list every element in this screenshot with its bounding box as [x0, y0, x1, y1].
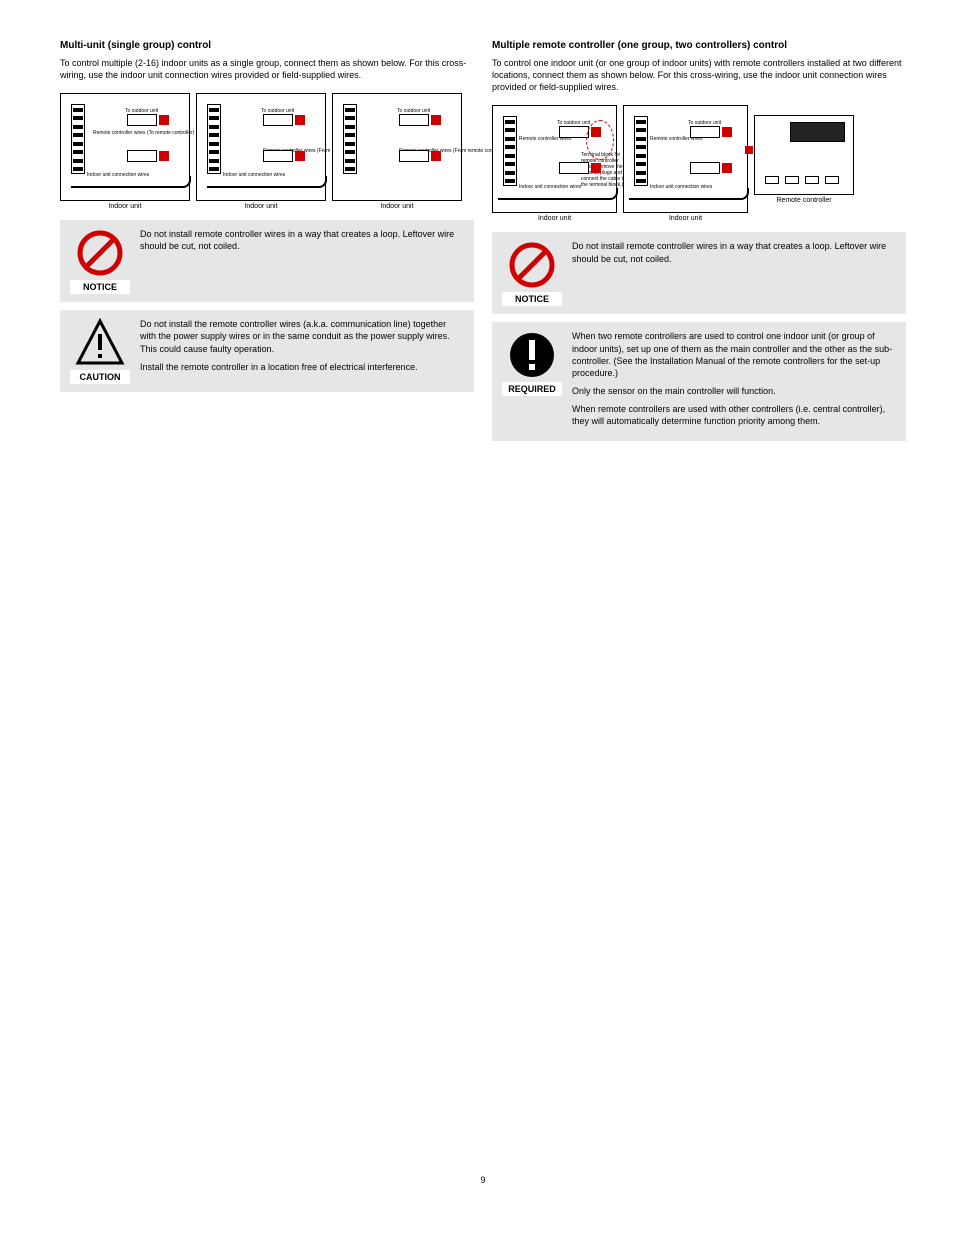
required-exclamation-icon [507, 330, 557, 380]
remote-controller-box [754, 115, 854, 195]
left-heading: Multi-unit (single group) control [60, 40, 474, 51]
notice-label: NOTICE [502, 292, 562, 306]
right-column: Multiple remote controller (one group, t… [492, 40, 906, 1115]
required-label: REQUIRED [502, 382, 562, 396]
notice-label: NOTICE [70, 280, 130, 294]
page-number: 9 [60, 1115, 906, 1185]
left-column: Multi-unit (single group) control To con… [60, 40, 474, 1115]
indoor-unit-box: To outdoor unit Remote controller wires … [196, 93, 326, 201]
unit-caption: Indoor unit [623, 215, 748, 222]
right-intro: To control one indoor unit (or one group… [492, 57, 906, 93]
unit-caption: Indoor unit [196, 203, 326, 210]
caution-label: CAUTION [70, 370, 130, 384]
required-text: Only the sensor on the main controller w… [572, 385, 896, 397]
notice-box: NOTICE Do not install remote controller … [60, 220, 474, 302]
right-wiring-diagram: To outdoor unit Remote controller wires … [492, 105, 906, 222]
indoor-unit-box: To outdoor unit Remote controller wires … [60, 93, 190, 201]
notice-box: NOTICE Do not install remote controller … [492, 232, 906, 314]
prohibition-icon [75, 228, 125, 278]
diagram-label: Remote controller wires (To remote contr… [93, 130, 194, 136]
caution-text: Install the remote controller in a locat… [140, 361, 464, 373]
indoor-unit-box: To outdoor unit Remote controller wires … [623, 105, 748, 213]
unit-caption: Indoor unit [60, 203, 190, 210]
remote-caption: Remote controller [754, 197, 854, 204]
notice-text: Do not install remote controller wires i… [140, 228, 464, 252]
required-box: REQUIRED When two remote controllers are… [492, 322, 906, 441]
unit-caption: Indoor unit [332, 203, 462, 210]
left-intro: To control multiple (2-16) indoor units … [60, 57, 474, 81]
caution-triangle-icon [75, 318, 125, 368]
unit-caption: Indoor unit [492, 215, 617, 222]
prohibition-icon [507, 240, 557, 290]
caution-box: CAUTION Do not install the remote contro… [60, 310, 474, 392]
caution-text: Do not install the remote controller wir… [140, 318, 464, 354]
indoor-unit-box: To outdoor unit Remote controller wires … [492, 105, 617, 213]
right-heading: Multiple remote controller (one group, t… [492, 40, 906, 51]
required-text: When remote controllers are used with ot… [572, 403, 896, 427]
notice-text: Do not install remote controller wires i… [572, 240, 896, 264]
left-wiring-diagram: To outdoor unit Remote controller wires … [60, 93, 474, 210]
required-text: When two remote controllers are used to … [572, 330, 896, 379]
indoor-unit-box: To outdoor unit Remote controller wires … [332, 93, 462, 201]
